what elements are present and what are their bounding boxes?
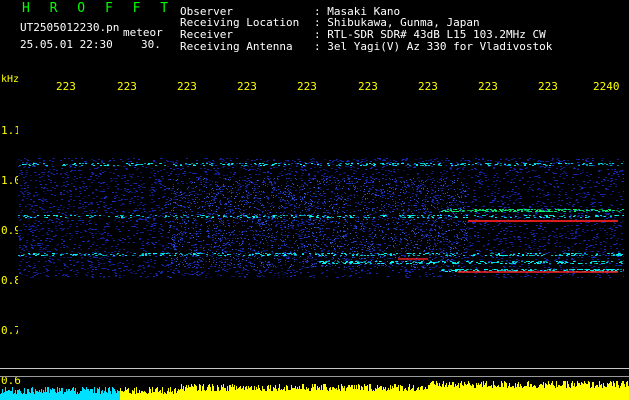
x-tick-label: 223 bbox=[478, 80, 498, 93]
waterfall-spectrogram bbox=[18, 100, 624, 377]
waterfall-canvas bbox=[18, 158, 624, 278]
file-kind: meteor bbox=[123, 26, 163, 39]
x-tick-label: 223 bbox=[358, 80, 378, 93]
power-spectrum-bar bbox=[0, 381, 629, 400]
x-tick-label: 223 bbox=[418, 80, 438, 93]
x-tick-label: 223 bbox=[177, 80, 197, 93]
x-tick-label: 2240 bbox=[593, 80, 620, 93]
date-time: 25.05.01 22:30 bbox=[20, 38, 113, 51]
seconds-value: 30. bbox=[141, 38, 161, 51]
x-tick-label: 223 bbox=[538, 80, 558, 93]
x-tick-label: 223 bbox=[117, 80, 137, 93]
info-receiver-label: Receiver bbox=[180, 28, 233, 41]
info-location-value: : Shibukawa, Gunma, Japan bbox=[314, 16, 480, 29]
x-tick-label: 223 bbox=[237, 80, 257, 93]
x-tick-label: 223 bbox=[56, 80, 76, 93]
brand-title: H R O F F T bbox=[22, 1, 175, 16]
y-unit-label: kHz bbox=[1, 74, 20, 85]
info-antenna-label: Receiving Antenna bbox=[180, 40, 293, 53]
info-location-label: Receiving Location bbox=[180, 16, 300, 29]
x-tick-label: 223 bbox=[297, 80, 317, 93]
file-name: UT2505012230.pn bbox=[20, 21, 120, 34]
info-antenna-value: : 3el Yagi(V) Az 330 for Vladivostok bbox=[314, 40, 553, 53]
info-receiver-value: : RTL-SDR SDR# 43dB L15 103.2MHz CW bbox=[314, 28, 546, 41]
baseline-divider bbox=[0, 368, 629, 369]
